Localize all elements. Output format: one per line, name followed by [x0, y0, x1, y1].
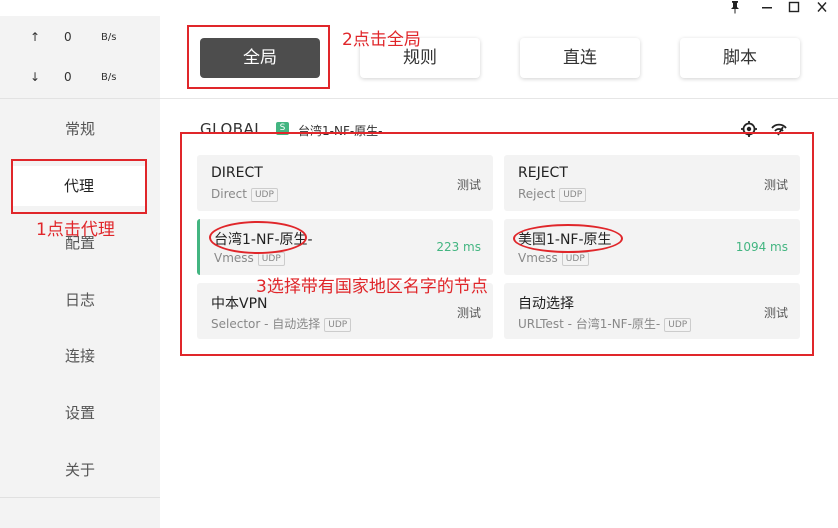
- annotation-box-proxy: [11, 159, 147, 214]
- mode-script-button[interactable]: 脚本: [680, 38, 800, 78]
- upload-unit: B/s: [101, 32, 117, 43]
- sidebar-item-logs[interactable]: 日志: [0, 280, 160, 320]
- sidebar-item-settings[interactable]: 设置: [0, 393, 160, 433]
- sidebar-item-connections[interactable]: 连接: [0, 336, 160, 376]
- upload-arrow-icon: ↑: [30, 30, 41, 44]
- upload-speed: ↑ 0 B/s: [0, 30, 160, 50]
- pin-icon[interactable]: [725, 0, 745, 16]
- maximize-icon[interactable]: [784, 0, 804, 16]
- download-speed: ↓ 0 B/s: [0, 70, 160, 90]
- sidebar-item-about[interactable]: 关于: [0, 450, 160, 490]
- download-value: 0: [64, 70, 72, 84]
- traffic-speed: ↑ 0 B/s ↓ 0 B/s: [0, 16, 160, 99]
- annotation-step1: 1点击代理: [36, 220, 115, 240]
- minimize-icon[interactable]: [757, 0, 777, 16]
- sidebar: ↑ 0 B/s ↓ 0 B/s 常规 代理 配置 日志 连接 设置 关于: [0, 16, 160, 528]
- annotation-circle-usa: [513, 224, 623, 253]
- annotation-circle-taiwan: [209, 221, 307, 254]
- annotation-step3: 3选择带有国家地区名字的节点: [256, 277, 488, 297]
- mode-direct-button[interactable]: 直连: [520, 38, 640, 78]
- close-icon[interactable]: [812, 0, 832, 16]
- title-bar: [0, 0, 838, 16]
- annotation-box-global: [187, 25, 330, 89]
- sidebar-divider: [0, 497, 160, 498]
- download-unit: B/s: [101, 72, 117, 83]
- sidebar-item-general[interactable]: 常规: [0, 109, 160, 149]
- annotation-step2: 2点击全局: [342, 30, 421, 50]
- upload-value: 0: [64, 30, 72, 44]
- download-arrow-icon: ↓: [30, 70, 41, 84]
